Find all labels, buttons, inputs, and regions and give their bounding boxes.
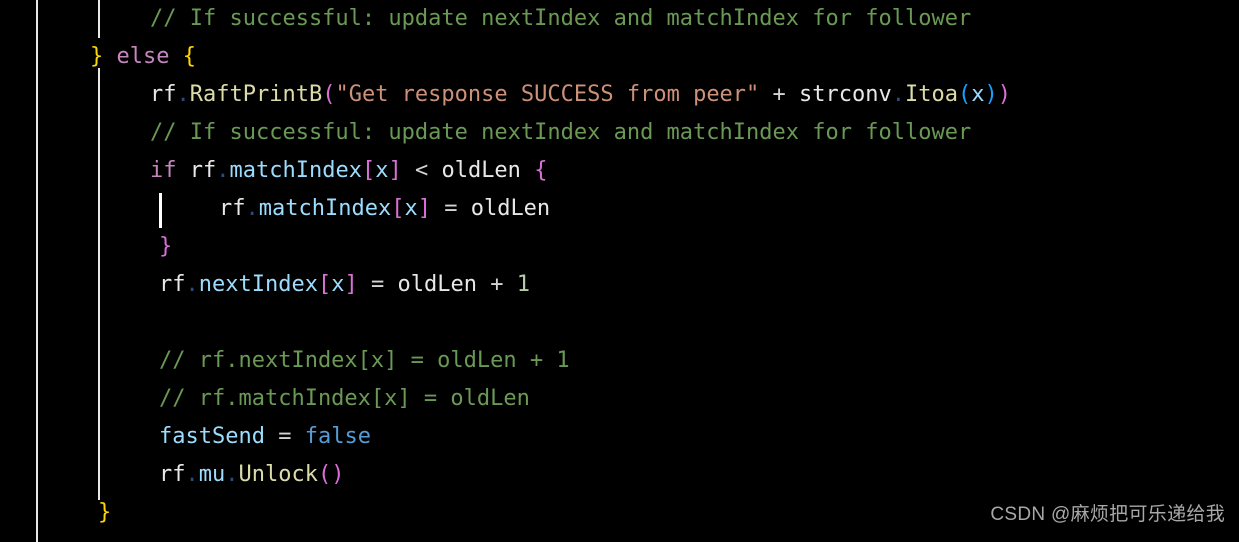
code-token-dot: . — [225, 462, 239, 487]
code-line[interactable]: rf.RaftPrintB("Get response SUCCESS from… — [0, 76, 1239, 114]
code-token-dot: . — [185, 462, 199, 487]
code-token-func: Itoa — [905, 82, 958, 107]
text-caret — [159, 193, 162, 228]
code-token-brace-y: { — [182, 44, 196, 69]
code-line[interactable]: } — [0, 228, 1239, 266]
code-token-brace-y: } — [90, 44, 104, 69]
code-token-brace-m: ] — [344, 272, 358, 297]
code-line[interactable]: // If successful: update nextIndex and m… — [0, 114, 1239, 152]
code-token-op: < — [414, 158, 429, 183]
code-token-var: x — [404, 196, 418, 221]
code-token-comment: // If successful: update nextIndex and m… — [150, 6, 972, 31]
code-token-op: + — [772, 82, 786, 107]
code-token-plain: rf — [159, 272, 186, 297]
code-line[interactable]: // rf.matchIndex[x] = oldLen — [0, 380, 1239, 418]
code-token-prop: nextIndex — [198, 272, 318, 297]
code-token-plain: rf — [150, 82, 177, 107]
code-token-brace-m: ( — [317, 462, 332, 487]
code-token-op: = — [444, 196, 458, 221]
code-token-brace-y: } — [98, 500, 112, 525]
code-token-brace-m: ( — [322, 82, 336, 107]
code-token-plain: oldLen — [470, 196, 551, 221]
code-editor[interactable]: // If successful: update nextIndex and m… — [0, 0, 1239, 542]
code-line[interactable] — [0, 304, 1239, 342]
code-token-func: RaftPrintB — [189, 82, 323, 107]
code-token-func: Unlock — [238, 462, 318, 487]
code-token-dot: . — [176, 82, 190, 107]
code-token-plain: rf — [189, 158, 217, 183]
code-token-brace-m: ) — [997, 82, 1011, 107]
code-token-comment: // If successful: update nextIndex and m… — [150, 120, 972, 145]
code-line[interactable]: // If successful: update nextIndex and m… — [0, 0, 1239, 38]
code-token-string: "Get response SUCCESS from peer" — [335, 82, 760, 107]
code-token-brace-m: [ — [317, 272, 332, 297]
code-token-bool: false — [304, 424, 371, 449]
code-line[interactable]: fastSend = false — [0, 418, 1239, 456]
code-token-brace-m: ] — [417, 196, 431, 221]
csdn-watermark: CSDN @麻烦把可乐递给我 — [990, 504, 1225, 525]
code-line[interactable]: rf.nextIndex[x] = oldLen + 1 — [0, 266, 1239, 304]
code-token-var: x — [375, 158, 389, 183]
code-token-prop: mu — [198, 462, 226, 487]
code-token-dot: . — [216, 158, 230, 183]
code-token-dot: . — [891, 82, 906, 107]
code-token-brace-m: { — [534, 158, 548, 183]
code-token-plain: strconv — [799, 82, 892, 107]
code-token-op: = — [370, 272, 385, 297]
code-line[interactable]: rf.mu.Unlock() — [0, 456, 1239, 494]
code-token-plain: rf — [159, 462, 186, 487]
code-token-var: x — [971, 82, 985, 107]
code-token-prop: matchIndex — [258, 196, 392, 221]
code-line[interactable]: rf.matchIndex[x] = oldLen — [0, 190, 1239, 228]
code-token-brace-m: [ — [391, 196, 405, 221]
code-token-op: + — [490, 272, 504, 297]
code-token-brace-b: ( — [958, 82, 972, 107]
code-token-brace-b: ) — [984, 82, 998, 107]
code-token-brace-m: } — [159, 234, 173, 259]
code-token-var: x — [331, 272, 345, 297]
code-token-dot: . — [185, 272, 199, 297]
code-line[interactable]: // rf.nextIndex[x] = oldLen + 1 — [0, 342, 1239, 380]
code-token-keyword: if — [150, 158, 177, 183]
code-token-op: = — [278, 424, 292, 449]
code-token-brace-m: ] — [388, 158, 402, 183]
code-token-keyword: else — [116, 44, 170, 69]
code-token-dot: . — [245, 196, 259, 221]
code-token-comment: // rf.matchIndex[x] = oldLen — [159, 386, 530, 411]
code-token-brace-m: [ — [361, 158, 376, 183]
code-token-plain: oldLen — [397, 272, 477, 297]
code-token-var: fastSend — [159, 424, 265, 449]
code-line[interactable]: if rf.matchIndex[x] < oldLen { — [0, 152, 1239, 190]
code-line[interactable]: } else { — [0, 38, 1239, 76]
code-token-plain: rf — [219, 196, 246, 221]
code-token-plain: oldLen — [441, 158, 521, 183]
code-token-brace-m: ) — [331, 462, 345, 487]
code-token-num: 1 — [516, 272, 530, 297]
code-token-comment: // rf.nextIndex[x] = oldLen + 1 — [159, 348, 570, 373]
code-token-prop: matchIndex — [229, 158, 362, 183]
